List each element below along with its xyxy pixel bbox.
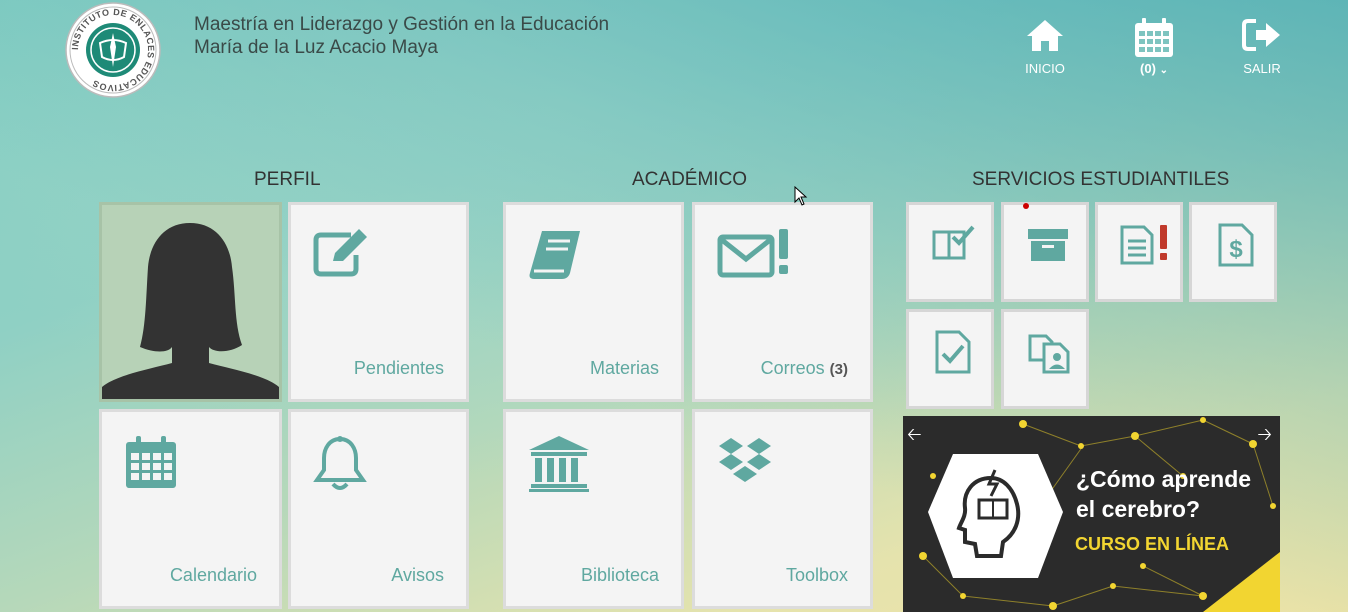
calendar-icon [126, 436, 176, 488]
dropbox-icon [719, 438, 771, 482]
notification-dot [1023, 203, 1029, 209]
carousel-next-icon[interactable]: 🡢 [1257, 422, 1272, 452]
service-registration[interactable] [906, 202, 994, 302]
document-alert-icon [1120, 225, 1167, 265]
section-title-services: SERVICIOS ESTUDIANTILES [972, 169, 1230, 190]
svg-text:$: $ [1229, 236, 1243, 263]
document-check-icon [935, 330, 971, 374]
subjects-label: Materias [589, 358, 659, 378]
mail-label: Correos (3) [761, 358, 848, 379]
mouse-cursor-icon [794, 186, 808, 206]
avatar [102, 223, 279, 399]
nav-home[interactable]: INICIO [1025, 18, 1065, 76]
invoice-dollar-icon: $ [1218, 223, 1254, 267]
promo-carousel[interactable]: 🡠 🡢 ¿Cómo aprende el cerebro? CURSO EN L… [903, 416, 1280, 612]
library-tile[interactable]: Biblioteca [503, 409, 684, 609]
nav-home-label: INICIO [1025, 61, 1065, 76]
pending-label: Pendientes [353, 358, 444, 378]
bell-icon [313, 436, 367, 490]
notices-tile[interactable]: Avisos [288, 409, 469, 609]
mail-count: (3) [829, 361, 848, 378]
banner-title-line2: el cerebro? [1076, 496, 1200, 522]
calendar-count: (0) [1140, 61, 1156, 76]
section-title-profile: PERFIL [254, 169, 321, 190]
carousel-prev-icon[interactable]: 🡠 [907, 422, 922, 452]
book-icon [529, 231, 580, 279]
library-label: Biblioteca [580, 565, 659, 585]
service-approved-docs[interactable] [906, 309, 994, 409]
section-title-academic: ACADÉMICO [632, 169, 748, 190]
student-name: María de la Luz Acacio Maya [194, 37, 438, 58]
header-info: Maestría en Liderazgo y Gestión en la Ed… [194, 13, 609, 59]
documents-user-icon [1028, 334, 1070, 374]
service-archive[interactable] [1001, 202, 1089, 302]
service-alerts[interactable] [1095, 202, 1183, 302]
nav-logout[interactable]: SALIR [1242, 18, 1282, 76]
mail-alert-icon [717, 229, 788, 278]
edit-icon [313, 229, 367, 277]
nav-logout-label: SALIR [1243, 61, 1281, 76]
notices-label: Avisos [391, 565, 444, 585]
program-name: Maestría en Liderazgo y Gestión en la Ed… [194, 14, 610, 35]
chevron-down-icon: ⌄ [1159, 65, 1168, 76]
banner-title: ¿Cómo aprende el cerebro? [1076, 464, 1251, 524]
banner-subtitle: CURSO EN LÍNEA [1075, 534, 1230, 554]
home-icon [1027, 20, 1063, 51]
checked-form-icon [932, 225, 975, 260]
mail-label-text: Correos [760, 358, 825, 378]
nav-calendar[interactable]: (0) ⌄ [1133, 18, 1175, 76]
calendar-label: Calendario [169, 565, 257, 585]
archive-box-icon [1028, 229, 1068, 261]
service-payments[interactable]: $ [1189, 202, 1277, 302]
pending-tile[interactable]: Pendientes [288, 202, 469, 402]
mail-tile[interactable]: Correos (3) [692, 202, 873, 402]
profile-photo-tile[interactable] [99, 202, 282, 402]
banner-title-line1: ¿Cómo aprende [1076, 466, 1252, 492]
toolbox-tile[interactable]: Toolbox [692, 409, 873, 609]
library-icon [529, 436, 589, 492]
service-personal-docs[interactable] [1001, 309, 1089, 409]
institution-logo[interactable]: INSTITUTO DE ENLACES EDUCATIVOS [64, 1, 162, 99]
logout-icon [1242, 19, 1280, 51]
calendar-tile[interactable]: Calendario [99, 409, 282, 609]
calendar-icon [1135, 18, 1173, 57]
subjects-tile[interactable]: Materias [503, 202, 684, 402]
toolbox-label: Toolbox [785, 565, 848, 585]
